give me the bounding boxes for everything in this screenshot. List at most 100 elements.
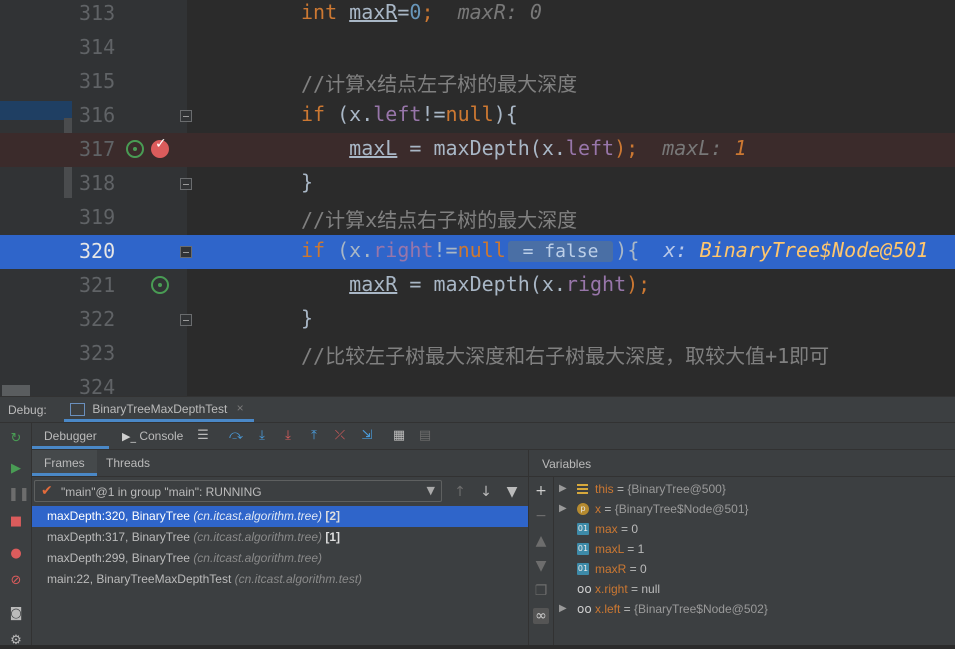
pause-icon[interactable]: ❚❚: [8, 487, 30, 503]
camera-icon[interactable]: ◙: [8, 606, 24, 622]
line-number: 321: [79, 273, 116, 297]
fold-icon[interactable]: [180, 314, 192, 326]
tab-console[interactable]: ▶_ Console: [122, 423, 183, 449]
step-into-icon[interactable]: ⤓: [254, 428, 270, 444]
code-line[interactable]: 321 maxR = maxDepth(x.right);: [0, 269, 955, 303]
evaluate-expression-icon[interactable]: ▦: [391, 428, 407, 444]
code-line[interactable]: 324: [0, 371, 955, 396]
frame-package: (cn.itcast.algorithm.tree): [193, 530, 323, 544]
debug-label: Debug:: [8, 403, 47, 417]
code-line[interactable]: 318}: [0, 167, 955, 201]
code-text: maxL = maxDepth(x.left); maxL: 1: [301, 136, 747, 160]
frame-item[interactable]: main:22, BinaryTreeMaxDepthTest (cn.itca…: [32, 569, 528, 590]
code-token: left: [565, 136, 615, 160]
variable-row[interactable]: ▶ this = {BinaryTree@500}: [555, 479, 955, 499]
variables-title: Variables: [542, 457, 592, 471]
mute-breakpoints-icon[interactable]: ⊘: [8, 573, 24, 589]
fold-icon[interactable]: [180, 178, 192, 190]
variable-row[interactable]: 01 maxL = 1: [555, 539, 955, 559]
parameter-icon: p: [577, 503, 589, 515]
code-token: int: [301, 0, 338, 24]
breakpoint-icon[interactable]: [151, 136, 169, 158]
frame-item[interactable]: maxDepth:317, BinaryTree (cn.itcast.algo…: [32, 527, 528, 548]
code-token: if: [301, 238, 326, 262]
line-number: 319: [79, 205, 116, 229]
variable-name: x.right = null: [595, 579, 660, 599]
code-line[interactable]: 313 int maxR=0; maxR: 0: [0, 0, 955, 31]
add-watch-icon[interactable]: +: [533, 483, 549, 499]
variable-value: 1: [637, 542, 645, 556]
code-line[interactable]: 316 if (x.left!=null){: [0, 99, 955, 133]
code-token: right: [565, 272, 627, 296]
code-editor[interactable]: 313 int maxR=0; maxR: 0 314 315//计算x结点左子树的最…: [0, 0, 955, 396]
run-to-cursor-icon[interactable]: ⇲: [359, 428, 375, 444]
trace-icon[interactable]: ▤: [417, 428, 433, 444]
tab-frames-label: Frames: [44, 456, 85, 470]
frame-item[interactable]: maxDepth:320, BinaryTree (cn.itcast.algo…: [32, 506, 528, 527]
inline-value: 1: [734, 136, 747, 160]
inline-value: x:: [639, 238, 700, 262]
code-text: if (x.left!=null){: [301, 102, 518, 126]
code-token: );: [614, 136, 639, 160]
variable-row[interactable]: oo x.right = null: [555, 579, 955, 599]
view-breakpoints-icon[interactable]: ●: [8, 546, 24, 562]
code-token: (x.: [325, 102, 374, 126]
variable-row[interactable]: 01 maxR = 0: [555, 559, 955, 579]
code-line[interactable]: 315 //计算x结点左子树的最大深度: [0, 65, 955, 99]
copy-icon[interactable]: ❐: [533, 583, 549, 599]
code-line[interactable]: 314: [0, 31, 955, 65]
frame-up-icon[interactable]: ↑: [452, 484, 468, 500]
settings-icon[interactable]: ⚙: [8, 633, 24, 649]
tab-frames[interactable]: Frames: [32, 450, 97, 476]
code-token: //比较左子树最大深度和右子树最大深度，取较大值+1即可: [301, 344, 830, 368]
step-out-icon[interactable]: ⤒: [306, 428, 322, 444]
thread-select[interactable]: ✔ "main"@1 in group "main": RUNNING ▼: [34, 480, 442, 502]
session-tab[interactable]: BinaryTreeMaxDepthTest ×: [64, 397, 254, 422]
variable-row[interactable]: ▶ oo x.left = {BinaryTree$Node@502}: [555, 599, 955, 619]
code-line[interactable]: 322}: [0, 303, 955, 337]
frame-item[interactable]: maxDepth:299, BinaryTree (cn.itcast.algo…: [32, 548, 528, 569]
move-up-icon[interactable]: ▲: [533, 533, 549, 549]
stop-icon[interactable]: ■: [8, 514, 24, 530]
force-step-into-icon[interactable]: ⤓: [280, 428, 296, 444]
tab-threads[interactable]: Threads: [106, 450, 150, 476]
code-token: =: [397, 0, 410, 24]
code-token: ){: [493, 102, 518, 126]
step-back-icon[interactable]: [151, 276, 169, 294]
line-number: 324: [79, 375, 116, 396]
inline-value: maxR: 0: [433, 0, 542, 24]
step-over-icon[interactable]: ⤼: [228, 428, 244, 444]
move-down-icon[interactable]: ▼: [533, 558, 549, 574]
show-execution-point-icon[interactable]: ☰: [195, 428, 211, 444]
code-line[interactable]: 319 //计算x结点右子树的最大深度: [0, 201, 955, 235]
close-icon[interactable]: ×: [237, 401, 244, 415]
expand-arrow-icon[interactable]: ▶: [559, 499, 567, 519]
session-tab-label: BinaryTreeMaxDepthTest: [92, 402, 228, 416]
console-icon: ▶_: [122, 430, 136, 443]
fold-icon[interactable]: [180, 246, 192, 258]
drop-frame-icon[interactable]: ⤫: [332, 428, 348, 444]
watches-icon[interactable]: ∞: [533, 608, 549, 624]
variable-row[interactable]: 01 max = 0: [555, 519, 955, 539]
code-token: = maxDepth(x.: [397, 136, 566, 160]
frame-down-icon[interactable]: ↓: [478, 484, 494, 500]
current-line[interactable]: 320 if (x.right!=null = false ){ x: Binar…: [0, 235, 955, 269]
code-line[interactable]: 323 //比较左子树最大深度和右子树最大深度，取较大值+1即可: [0, 337, 955, 371]
expand-arrow-icon[interactable]: ▶: [559, 599, 567, 619]
rerun-icon[interactable]: ↻: [8, 431, 24, 447]
step-back-icon[interactable]: [126, 140, 144, 158]
fold-icon[interactable]: [180, 110, 192, 122]
line-number: 320: [79, 239, 116, 263]
equals-sign: =: [601, 502, 615, 516]
resume-icon[interactable]: ▶: [8, 461, 24, 477]
code-text: //比较左子树最大深度和右子树最大深度，取较大值+1即可: [301, 340, 829, 369]
remove-watch-icon[interactable]: −: [533, 508, 549, 524]
line-number: 318: [79, 171, 116, 195]
filter-icon[interactable]: ▼: [504, 484, 520, 500]
variable-row[interactable]: ▶ p x = {BinaryTree$Node@501}: [555, 499, 955, 519]
code-text: int maxR=0; maxR: 0: [301, 0, 542, 24]
code-token: if: [301, 102, 326, 126]
expand-arrow-icon[interactable]: ▶: [559, 479, 567, 499]
tab-debugger[interactable]: Debugger: [32, 423, 109, 449]
